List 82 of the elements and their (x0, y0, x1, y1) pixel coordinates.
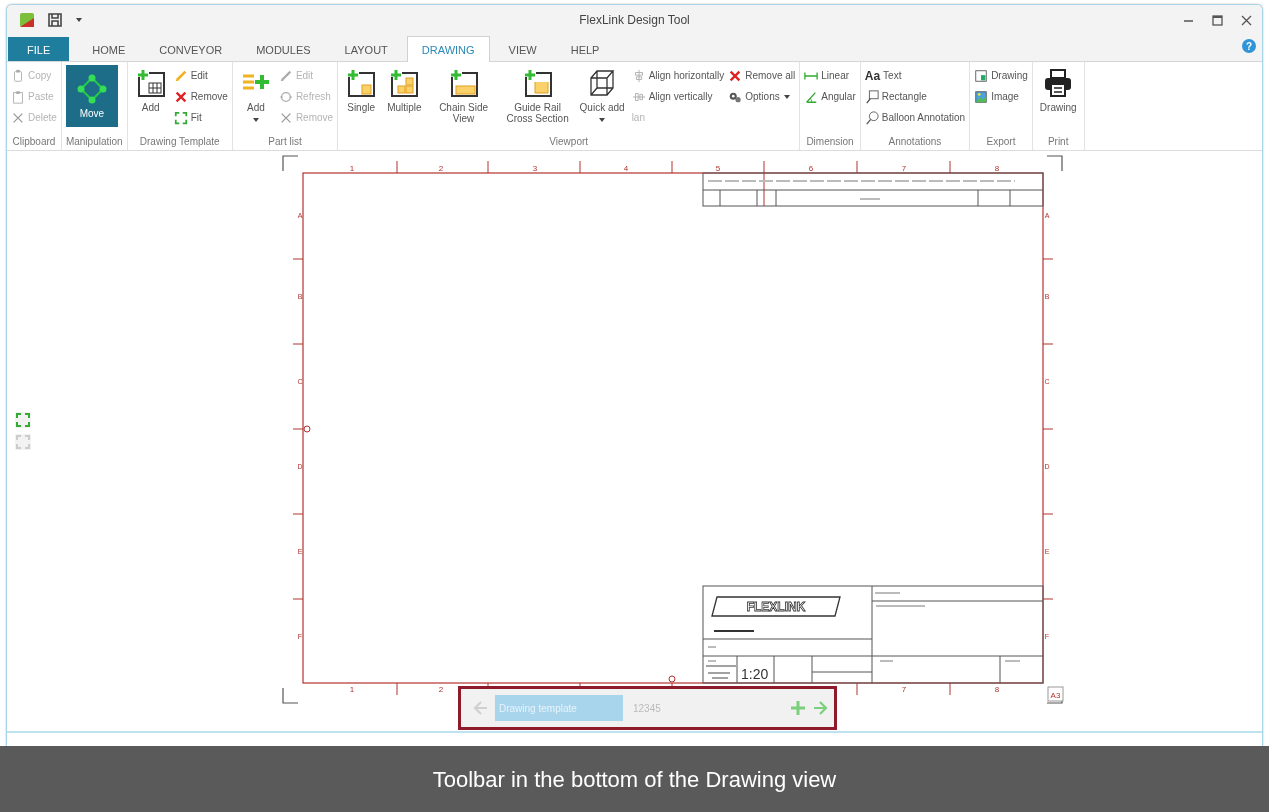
ribbon-button[interactable]: Chain Side View (428, 65, 499, 126)
column-label: 6 (808, 164, 814, 173)
group-label: Viewport (548, 135, 590, 147)
caption-text: Toolbar in the bottom of the Drawing view (432, 766, 837, 793)
tab[interactable]: HOME (77, 37, 141, 61)
ribbon-button[interactable]: Drawing (1036, 65, 1080, 115)
viewport-add-icon (388, 67, 421, 99)
column-label: 5 (715, 164, 721, 173)
ribbon-button[interactable]: Guide Rail Cross Section (502, 65, 573, 126)
zoom-fit-icon[interactable] (15, 412, 31, 428)
column-label: 8 (994, 685, 1000, 694)
ribbon-button[interactable]: Align horizontally (631, 67, 725, 84)
image-icon (974, 89, 989, 104)
group-label: Dimension (805, 135, 855, 147)
group-label: Clipboard (11, 135, 57, 147)
app-logo-icon (19, 12, 35, 28)
ribbon-button[interactable]: Add (131, 65, 170, 115)
column-label: 1 (349, 164, 355, 173)
caret-icon (251, 116, 260, 124)
ribbon-button[interactable]: Remove all (728, 67, 796, 84)
group-label: Annotations (887, 135, 943, 147)
ribbon-button[interactable]: Options (728, 88, 796, 105)
ribbon-button[interactable]: Edit (173, 67, 228, 84)
ribbon-button[interactable]: Angular (804, 88, 856, 105)
ribbon-button[interactable]: Image (974, 88, 1028, 105)
paste-icon (11, 89, 25, 104)
balloon-icon (864, 110, 879, 125)
fit-icon (173, 110, 188, 125)
pencil-icon (173, 68, 188, 83)
ribbon-button[interactable]: Align vertically (631, 88, 725, 105)
column-label: 4 (623, 164, 629, 173)
remove-icon (728, 68, 743, 83)
column-label: 2 (438, 685, 444, 694)
group-label: Drawing Template (138, 135, 221, 147)
ribbon-button[interactable]: Balloon Annotation (864, 109, 966, 126)
ribbon-button[interactable]: Single (342, 65, 381, 115)
copy-icon (11, 68, 25, 83)
rectangle-annotation-icon (864, 89, 879, 104)
tab[interactable]: HELP (555, 37, 615, 61)
column-label: 1 (349, 685, 355, 694)
caret-icon[interactable] (75, 16, 83, 24)
tab[interactable]: MODULES (241, 37, 326, 61)
ribbon-button[interactable]: Rectangle (864, 88, 966, 105)
tab[interactable]: CONVEYOR (144, 37, 238, 61)
group-label: Export (985, 135, 1017, 147)
refresh-icon (278, 89, 293, 104)
column-label: 3 (532, 164, 538, 173)
scale-text: 1:20 (741, 666, 769, 682)
caret-icon (782, 92, 791, 101)
save-icon[interactable] (47, 12, 63, 28)
close-icon[interactable] (1241, 14, 1252, 26)
text-style-icon: Aa (864, 68, 881, 83)
ribbon-button[interactable]: Drawing (974, 67, 1028, 84)
tab[interactable]: VIEW (493, 37, 552, 61)
tab[interactable]: LAYOUT (329, 37, 403, 61)
group-label: Manipulation (65, 135, 123, 147)
group-label: Part list (267, 135, 303, 147)
maximize-icon[interactable] (1212, 14, 1223, 26)
ribbon-button[interactable]: Multiple (384, 65, 425, 115)
ribbon-button[interactable]: Move (65, 65, 118, 127)
window-title: FlexLink Design Tool (579, 13, 690, 27)
ribbon-button[interactable]: Linear (804, 67, 856, 84)
pencil-icon (278, 68, 293, 83)
tab[interactable]: FILE (8, 37, 70, 61)
ribbon-button[interactable]: Fit (173, 109, 228, 126)
group-label: Print (1046, 135, 1070, 147)
drawing-export-icon (974, 68, 989, 83)
logo: FLEXLINK (746, 600, 806, 614)
remove-icon (173, 89, 188, 104)
ribbon-button[interactable]: Remove (173, 88, 228, 105)
ribbon-button[interactable]: Quick add (576, 65, 628, 126)
ribbon-button[interactable]: Add (236, 65, 275, 126)
column-label: 2 (438, 164, 444, 173)
tab[interactable]: DRAWING (406, 36, 490, 62)
column-label: 7 (901, 164, 907, 173)
column-label: 8 (994, 164, 1000, 173)
viewport-add-icon (345, 67, 378, 99)
ribbon-button[interactable]: Aa Text (864, 67, 966, 84)
caret-icon (598, 116, 607, 124)
column-label: 7 (901, 685, 907, 694)
sheet-size-label: A3 (1050, 691, 1061, 700)
move-icon (75, 73, 108, 105)
